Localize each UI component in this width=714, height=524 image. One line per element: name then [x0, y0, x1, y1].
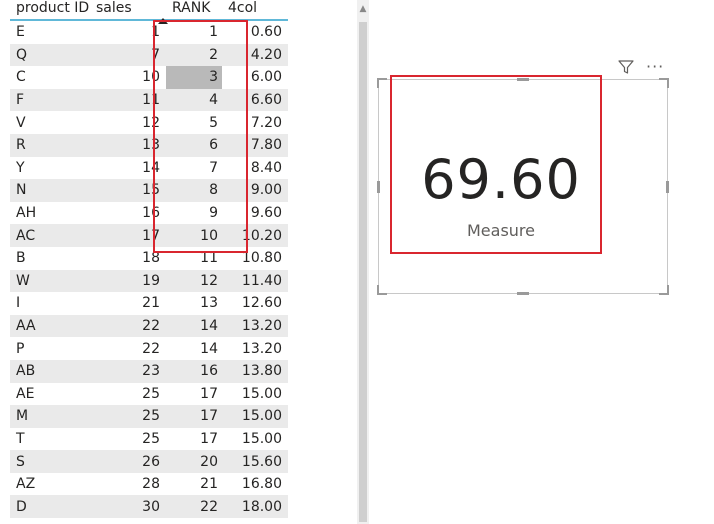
- cell-product-id[interactable]: AC: [10, 224, 90, 247]
- cell-4col[interactable]: 18.00: [222, 495, 288, 519]
- table-row[interactable]: W 19 12 11.40: [10, 269, 288, 293]
- cell-sales[interactable]: 25: [90, 383, 166, 406]
- cell-sales[interactable]: 26: [90, 450, 166, 473]
- cell-rank[interactable]: 17: [166, 405, 222, 428]
- column-header-rank[interactable]: RANK: [166, 0, 222, 20]
- column-header-sales[interactable]: sales: [90, 0, 166, 20]
- cell-product-id[interactable]: Y: [10, 157, 90, 180]
- vertical-scrollbar[interactable]: ▲: [357, 0, 369, 524]
- column-header-label: product ID: [16, 0, 90, 16]
- cell-rank[interactable]: 14: [166, 337, 222, 360]
- table-row[interactable]: AZ 28 21 16.80: [10, 473, 288, 496]
- table-row[interactable]: AE 25 17 15.00: [10, 383, 288, 406]
- cell-4col[interactable]: 13.80: [222, 359, 288, 383]
- table-row[interactable]: D 30 22 18.00: [10, 495, 288, 519]
- cell-product-id[interactable]: AB: [10, 359, 90, 383]
- cell-4col[interactable]: 12.60: [222, 292, 288, 315]
- cell-rank[interactable]: 20: [166, 450, 222, 473]
- cell-4col[interactable]: 13.20: [222, 314, 288, 338]
- cell-product-id[interactable]: T: [10, 428, 90, 451]
- resize-handle-right[interactable]: [666, 181, 669, 193]
- highlight-box-rank-4col: [153, 20, 248, 253]
- cell-product-id[interactable]: S: [10, 450, 90, 473]
- cell-product-id[interactable]: AE: [10, 383, 90, 406]
- scroll-up-icon[interactable]: ▲: [357, 0, 369, 18]
- column-header-product-id[interactable]: product ID: [10, 0, 90, 20]
- cell-4col[interactable]: 15.00: [222, 428, 288, 451]
- cell-sales[interactable]: 22: [90, 337, 166, 360]
- cell-sales[interactable]: 21: [90, 292, 166, 315]
- more-options-icon[interactable]: ···: [646, 59, 664, 75]
- cell-sales[interactable]: 28: [90, 473, 166, 496]
- cell-rank[interactable]: 12: [166, 269, 222, 293]
- filter-icon[interactable]: [618, 59, 634, 75]
- cell-rank[interactable]: 22: [166, 495, 222, 519]
- cell-sales[interactable]: 25: [90, 428, 166, 451]
- cell-4col[interactable]: 16.80: [222, 473, 288, 496]
- cell-product-id[interactable]: Q: [10, 43, 90, 67]
- scrollbar-thumb[interactable]: [359, 22, 367, 522]
- cell-product-id[interactable]: P: [10, 337, 90, 360]
- cell-product-id[interactable]: AZ: [10, 473, 90, 496]
- cell-4col[interactable]: 11.40: [222, 269, 288, 293]
- column-header-label: RANK: [172, 0, 211, 16]
- resize-handle-left[interactable]: [377, 181, 380, 193]
- resize-corner-bottom-right[interactable]: [659, 285, 669, 295]
- cell-product-id[interactable]: V: [10, 111, 90, 134]
- resize-corner-top-right[interactable]: [659, 78, 669, 88]
- cell-product-id[interactable]: F: [10, 88, 90, 112]
- table-row[interactable]: AA 22 14 13.20: [10, 314, 288, 338]
- cell-4col[interactable]: 13.20: [222, 337, 288, 360]
- table-row[interactable]: S 26 20 15.60: [10, 450, 288, 473]
- cell-sales[interactable]: 30: [90, 495, 166, 519]
- resize-corner-top-left[interactable]: [377, 78, 387, 88]
- cell-product-id[interactable]: R: [10, 133, 90, 157]
- cell-sales[interactable]: 23: [90, 359, 166, 383]
- column-header-label: sales: [96, 0, 132, 16]
- table-row[interactable]: I 21 13 12.60: [10, 292, 288, 315]
- cell-product-id[interactable]: N: [10, 179, 90, 202]
- cell-4col[interactable]: 15.00: [222, 405, 288, 428]
- cell-product-id[interactable]: AH: [10, 202, 90, 225]
- column-header-4col[interactable]: 4col: [222, 0, 288, 20]
- cell-rank[interactable]: 17: [166, 428, 222, 451]
- cell-product-id[interactable]: I: [10, 292, 90, 315]
- cell-rank[interactable]: 16: [166, 359, 222, 383]
- cell-sales[interactable]: 25: [90, 405, 166, 428]
- cell-rank[interactable]: 17: [166, 383, 222, 406]
- visual-header: ···: [618, 57, 664, 77]
- resize-handle-bottom[interactable]: [517, 292, 529, 295]
- column-header-label: 4col: [228, 0, 258, 16]
- table-row[interactable]: AB 23 16 13.80: [10, 359, 288, 383]
- cell-product-id[interactable]: D: [10, 495, 90, 519]
- cell-4col[interactable]: 15.60: [222, 450, 288, 473]
- cell-rank[interactable]: 21: [166, 473, 222, 496]
- cell-product-id[interactable]: B: [10, 247, 90, 270]
- cell-sales[interactable]: 19: [90, 269, 166, 293]
- cell-product-id[interactable]: W: [10, 269, 90, 293]
- cell-rank[interactable]: 13: [166, 292, 222, 315]
- cell-product-id[interactable]: E: [10, 20, 90, 44]
- cell-4col[interactable]: 15.00: [222, 383, 288, 406]
- highlight-box-card: [390, 75, 602, 254]
- cell-sales[interactable]: 22: [90, 314, 166, 338]
- resize-corner-bottom-left[interactable]: [377, 285, 387, 295]
- cell-product-id[interactable]: AA: [10, 314, 90, 338]
- cell-product-id[interactable]: M: [10, 405, 90, 428]
- table-row[interactable]: P 22 14 13.20: [10, 337, 288, 360]
- table-row[interactable]: T 25 17 15.00: [10, 428, 288, 451]
- table-header-row: product ID sales RANK 4col: [10, 0, 288, 20]
- cell-product-id[interactable]: C: [10, 66, 90, 89]
- cell-rank[interactable]: 14: [166, 314, 222, 338]
- table-row[interactable]: M 25 17 15.00: [10, 405, 288, 428]
